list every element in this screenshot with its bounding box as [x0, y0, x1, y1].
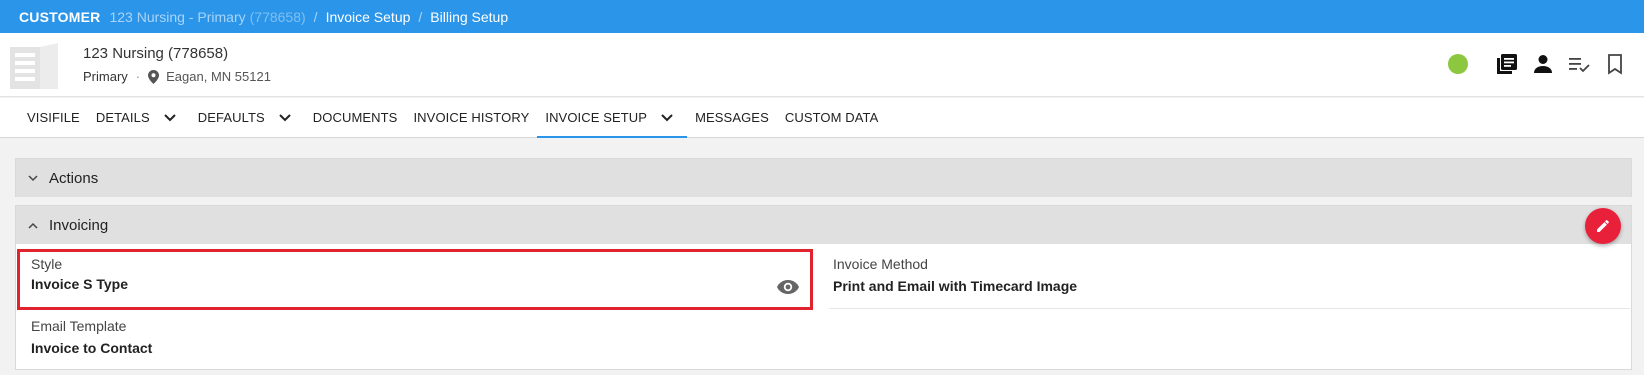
email-template-value: Invoice to Contact: [31, 340, 153, 356]
breadcrumb-billing-setup: Billing Setup: [430, 8, 509, 25]
status-indicator: [1448, 54, 1468, 74]
breadcrumb-root[interactable]: CUSTOMER: [19, 9, 100, 25]
tab-invoice-setup[interactable]: INVOICE SETUP: [537, 98, 687, 138]
tab-invoice-history[interactable]: INVOICE HISTORY: [405, 98, 537, 137]
field-divider: [829, 308, 1632, 309]
person-icon[interactable]: [1532, 53, 1554, 75]
chevron-down-icon: [164, 113, 176, 121]
style-field: Style Invoice S Type: [31, 256, 128, 292]
customer-header: 123 Nursing (778658) Primary · Eagan, MN…: [0, 33, 1644, 97]
actions-title: Actions: [49, 169, 99, 187]
breadcrumb-invoice-setup[interactable]: Invoice Setup: [326, 9, 411, 25]
location-pin-icon: [148, 69, 160, 84]
tab-documents[interactable]: DOCUMENTS: [305, 98, 406, 137]
customer-name: 123 Nursing (778658): [83, 45, 229, 62]
tab-label: DETAILS: [95, 110, 150, 125]
library-icon[interactable]: [1496, 53, 1518, 75]
chevron-down-icon: [661, 113, 673, 121]
tab-label: CUSTOM DATA: [784, 110, 879, 125]
style-label: Style: [31, 256, 63, 272]
eye-icon[interactable]: [776, 279, 800, 295]
building-icon: [10, 43, 58, 89]
breadcrumb-separator: /: [313, 8, 318, 25]
tab-label: MESSAGES: [695, 110, 769, 125]
style-highlight-box: [17, 249, 813, 310]
tab-visifile[interactable]: VISIFILE: [19, 98, 88, 137]
actions-panel: Actions: [15, 158, 1632, 197]
tab-label: VISIFILE: [27, 110, 80, 125]
invoice-method-label: Invoice Method: [833, 256, 928, 272]
invoicing-panel-header[interactable]: Invoicing: [16, 206, 1631, 244]
style-value: Invoice S Type: [31, 276, 128, 292]
breadcrumb-customer[interactable]: 123 Nursing - Primary: [109, 9, 245, 25]
checklist-icon[interactable]: [1568, 53, 1590, 75]
email-template-label: Email Template: [31, 318, 127, 334]
email-template-field: Email Template Invoice to Contact: [31, 318, 152, 356]
customer-location: Eagan, MN 55121: [166, 69, 271, 84]
tab-messages[interactable]: MESSAGES: [687, 98, 777, 137]
invoicing-title: Invoicing: [49, 216, 109, 234]
tab-label: DOCUMENTS: [312, 110, 398, 125]
breadcrumb: CUSTOMER 123 Nursing - Primary (778658) …: [0, 0, 1644, 33]
tab-details[interactable]: DETAILS: [88, 98, 190, 137]
breadcrumb-customer-id: (778658): [249, 8, 306, 25]
chevron-down-icon: [28, 174, 38, 181]
customer-type: Primary: [83, 69, 128, 84]
header-actions: [1448, 53, 1626, 75]
pencil-icon: [1597, 220, 1609, 232]
tab-bar: VISIFILE DETAILS DEFAULTS DOCUMENTS INVO…: [0, 98, 1644, 138]
tab-defaults[interactable]: DEFAULTS: [190, 98, 305, 137]
customer-subtitle: Primary · Eagan, MN 55121: [83, 69, 271, 84]
chevron-up-icon: [28, 222, 38, 229]
tab-custom-data[interactable]: CUSTOM DATA: [777, 98, 887, 137]
invoice-method-field: Invoice Method Print and Email with Time…: [833, 256, 1077, 294]
actions-panel-header[interactable]: Actions: [16, 159, 1631, 197]
tab-label: INVOICE SETUP: [545, 110, 648, 125]
tab-label: INVOICE HISTORY: [413, 110, 530, 125]
tab-label: DEFAULTS: [197, 110, 265, 125]
chevron-down-icon: [279, 113, 291, 121]
invoice-method-value: Print and Email with Timecard Image: [833, 278, 1078, 294]
edit-button[interactable]: [1585, 208, 1621, 244]
breadcrumb-separator: /: [418, 8, 423, 25]
bookmark-icon[interactable]: [1604, 53, 1626, 75]
separator-dot: ·: [135, 69, 141, 84]
